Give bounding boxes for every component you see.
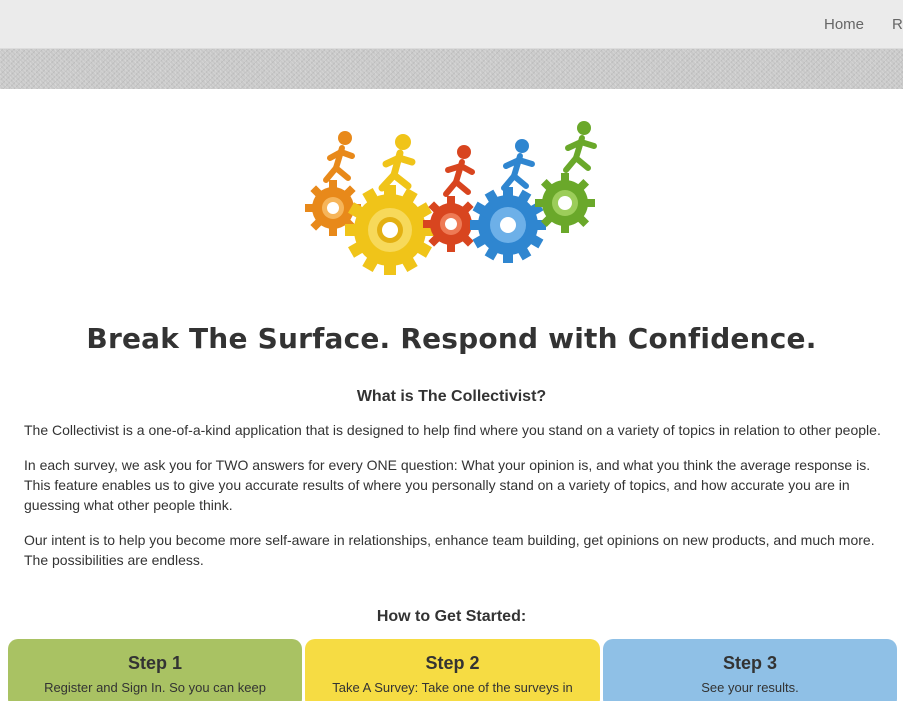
nav-link-second[interactable]: Re — [892, 16, 903, 33]
about-heading: What is The Collectivist? — [356, 388, 547, 405]
people-on-gears-icon — [300, 118, 605, 278]
step-description: Take A Survey: Take one of the surveys i… — [332, 680, 573, 695]
step-title: Step 3 — [722, 653, 778, 673]
step-description: See your results. — [701, 680, 799, 695]
about-paragraph-2: In each survey, we ask you for TWO answe… — [24, 457, 871, 513]
step-title: Step 2 — [425, 653, 480, 673]
step-card-2[interactable]: Step 2 Take A Survey: Take one of the su… — [305, 639, 600, 701]
hero-headline: Break The Surface. Respond with Confiden… — [86, 322, 817, 355]
getting-started-heading: How to Get Started: — [376, 608, 527, 625]
step-card-1[interactable]: Step 1 Register and Sign In. So you can … — [8, 639, 302, 701]
about-paragraph-1: The Collectivist is a one-of-a-kind appl… — [24, 422, 881, 438]
top-navbar: Home Re — [0, 0, 903, 49]
step-card-3[interactable]: Step 3 See your results. — [603, 639, 897, 701]
step-title: Step 1 — [127, 653, 183, 673]
step-description: Register and Sign In. So you can keep — [44, 680, 266, 695]
about-paragraph-3: Our intent is to help you become more se… — [24, 532, 875, 568]
header-texture-band — [0, 49, 903, 89]
nav-link-home[interactable]: Home — [824, 16, 864, 33]
